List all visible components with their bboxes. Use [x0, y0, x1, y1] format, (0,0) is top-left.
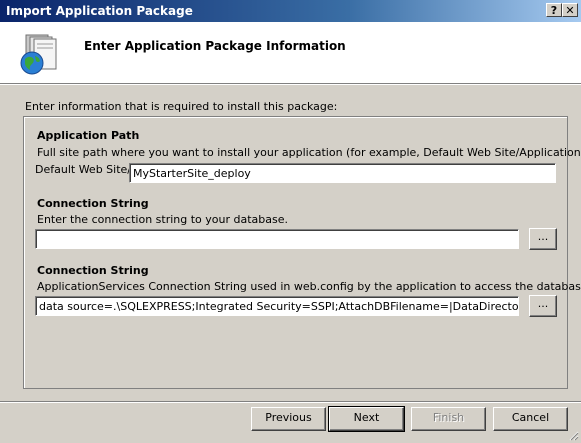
cancel-button[interactable]: Cancel — [493, 407, 568, 431]
previous-button[interactable]: Previous — [251, 407, 326, 431]
help-button[interactable]: ? — [546, 3, 562, 17]
app-path-input[interactable]: MyStarterSite_deploy — [129, 163, 556, 183]
app-path-title: Application Path — [37, 129, 140, 142]
app-services-conn-browse-button[interactable]: ... — [529, 295, 557, 317]
intro-text: Enter information that is required to in… — [25, 100, 338, 113]
conn-string-title: Connection String — [37, 197, 149, 210]
conn-string-input[interactable] — [35, 229, 519, 249]
app-services-conn-title: Connection String — [37, 264, 149, 277]
app-services-conn-input[interactable]: data source=.\SQLEXPRESS;Integrated Secu… — [35, 296, 519, 316]
resize-grip-icon[interactable] — [567, 429, 579, 441]
close-button[interactable]: ✕ — [562, 3, 578, 17]
app-services-conn-description: ApplicationServices Connection String us… — [37, 280, 581, 293]
conn-string-description: Enter the connection string to your data… — [37, 213, 289, 226]
header-divider — [0, 84, 581, 85]
wizard-header: Enter Application Package Information — [0, 22, 581, 84]
app-path-prefix-label: Default Web Site/ — [35, 163, 131, 176]
parameters-panel: Application Path Full site path where yo… — [23, 116, 581, 389]
footer-divider-highlight — [0, 402, 581, 403]
finish-button[interactable]: Finish — [411, 407, 486, 431]
title-bar[interactable]: Import Application Package ? ✕ — [0, 0, 581, 22]
next-button[interactable]: Next — [328, 406, 405, 432]
page-heading: Enter Application Package Information — [84, 39, 346, 53]
window-title: Import Application Package — [6, 4, 193, 18]
package-globe-icon — [20, 34, 57, 75]
app-path-description: Full site path where you want to install… — [37, 146, 581, 159]
conn-string-browse-button[interactable]: ... — [529, 228, 557, 250]
